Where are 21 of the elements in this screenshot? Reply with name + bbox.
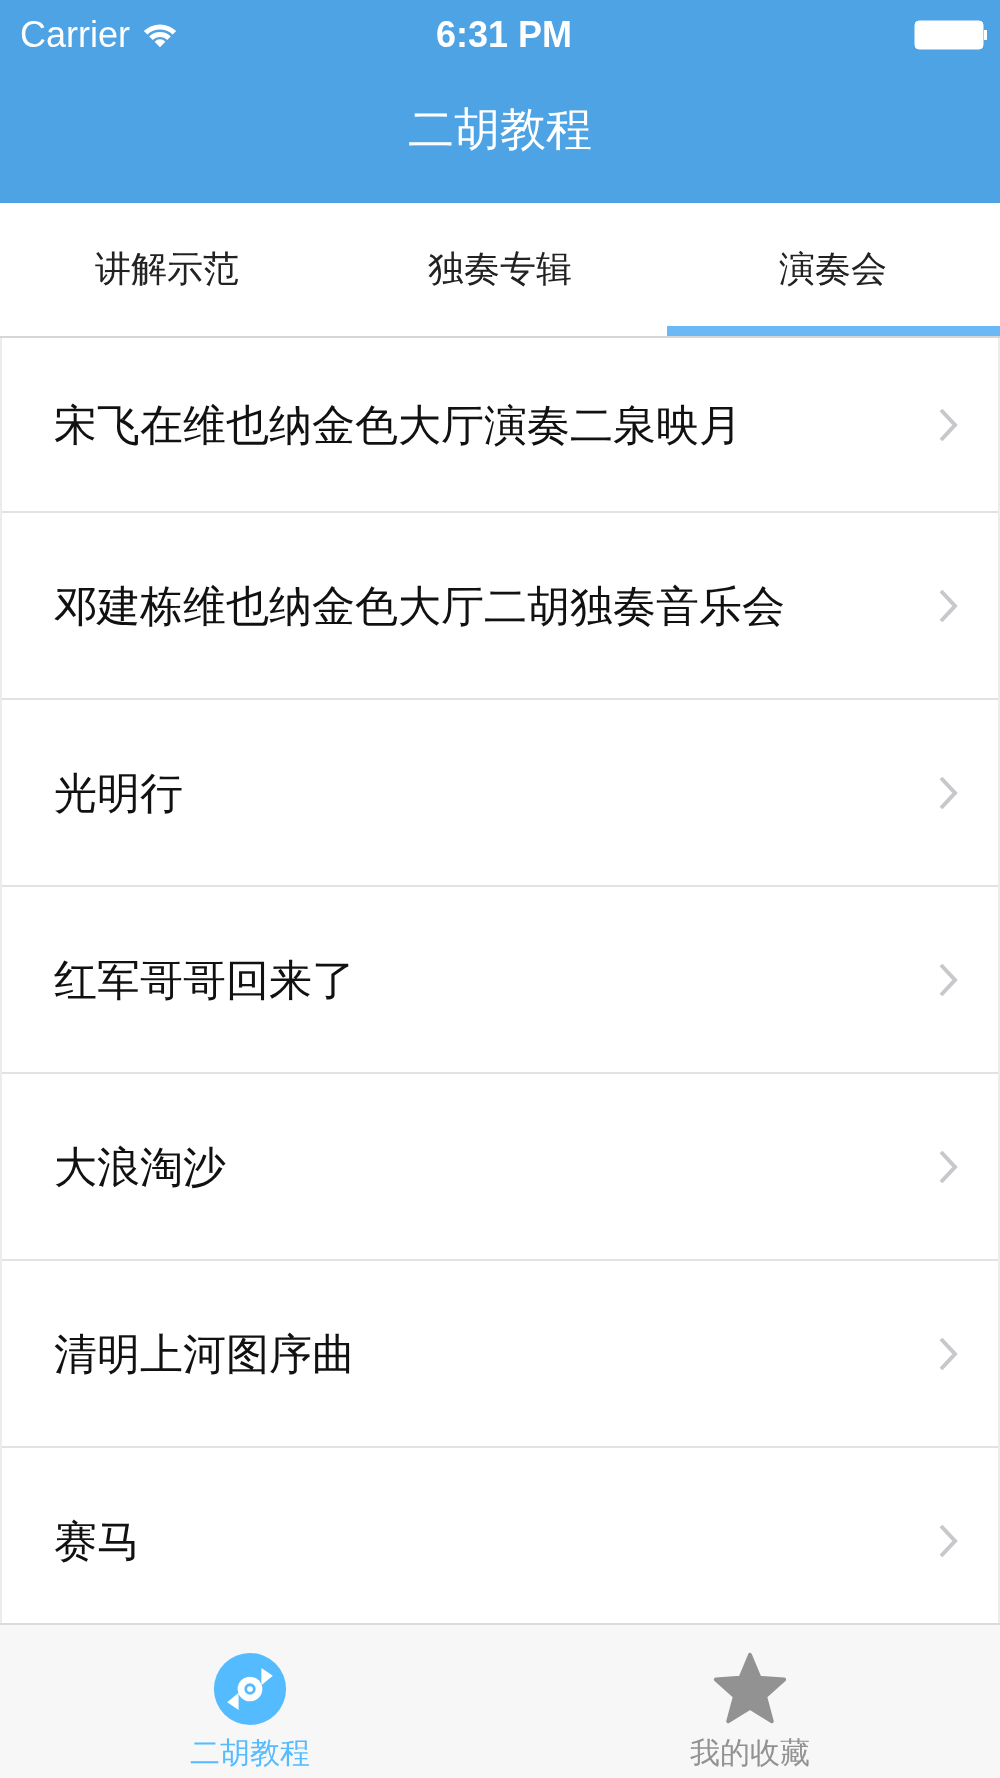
chevron-icon (938, 774, 958, 811)
list-row[interactable]: 清明上河图序曲 (2, 1261, 998, 1448)
chevron-icon (938, 406, 958, 443)
disc-icon (212, 1651, 288, 1727)
list-row[interactable]: 邓建栋维也纳金色大厅二胡独奏音乐会 (2, 513, 998, 700)
chevron-icon (938, 587, 958, 624)
screen-title: 二胡教程 (407, 100, 593, 158)
chevron-icon (938, 1522, 958, 1559)
chevron-icon (938, 961, 958, 998)
chevron-icon (938, 1335, 958, 1372)
list-row[interactable]: 光明行 (2, 700, 998, 887)
segment-tab[interactable]: 独奏专辑 (333, 203, 667, 336)
segment-tab[interactable]: 演奏会 (666, 203, 1000, 336)
carrier-label: Carrier (20, 14, 130, 56)
list-row[interactable]: 大浪淘沙 (2, 1074, 998, 1261)
segment-tab[interactable]: 讲解示范 (0, 203, 334, 336)
list-row[interactable]: 红军哥哥回来了 (2, 887, 998, 1074)
list-row[interactable]: 宋飞在维也纳金色大厅演奏二泉映月 (2, 338, 998, 513)
chevron-icon (938, 1148, 958, 1185)
time-label: 6:31 PM (435, 14, 573, 56)
battery-icon (914, 20, 988, 50)
